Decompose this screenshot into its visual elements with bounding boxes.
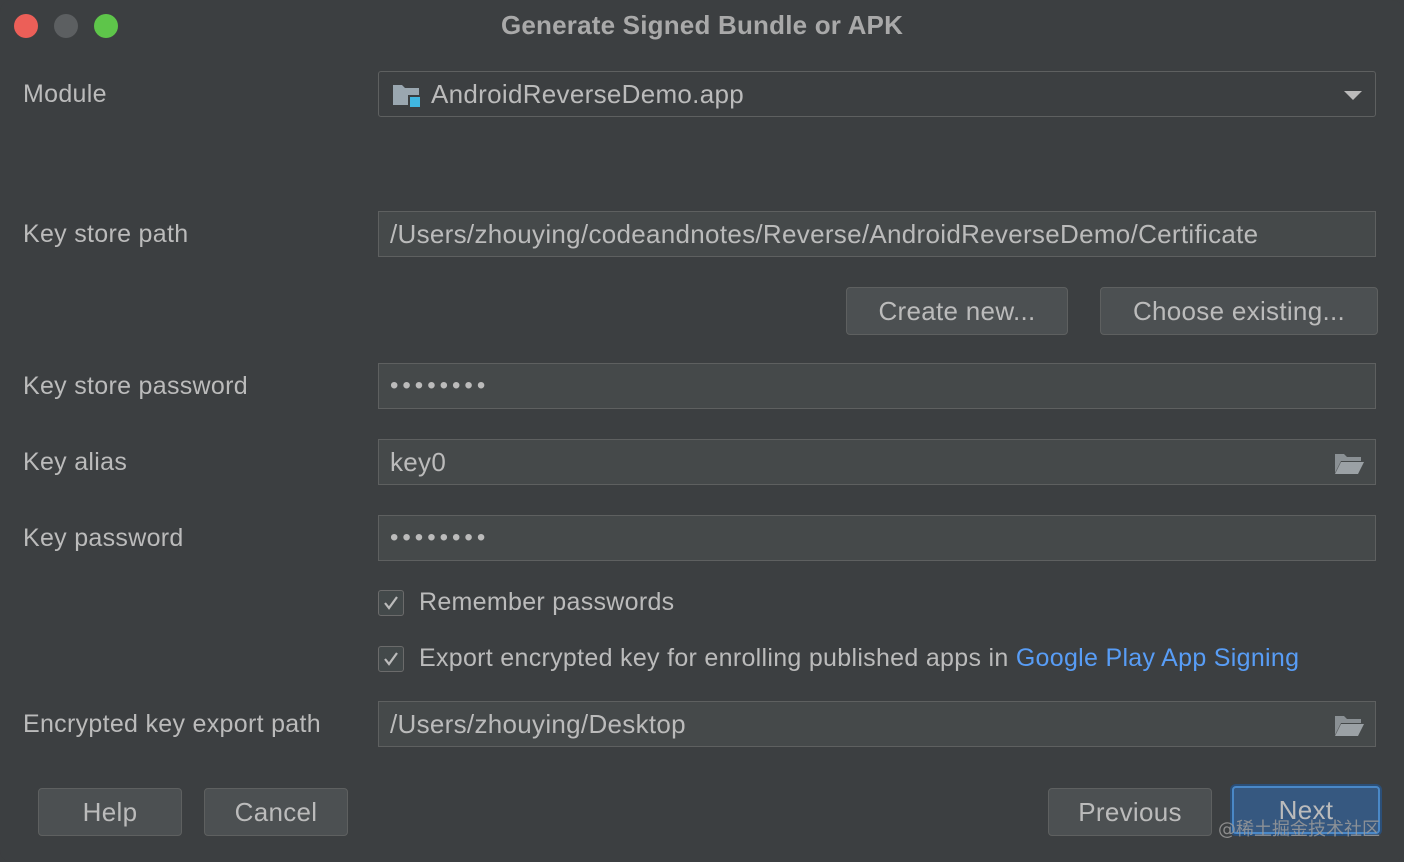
cancel-button[interactable]: Cancel xyxy=(204,788,348,836)
google-play-app-signing-link[interactable]: Google Play App Signing xyxy=(1016,644,1300,672)
export-key-label: Export encrypted key for enrolling publi… xyxy=(419,644,1299,673)
folder-open-icon[interactable] xyxy=(1333,712,1365,738)
key-password-label: Key password xyxy=(23,524,184,552)
keystore-path-label: Key store path xyxy=(23,220,189,248)
title-bar: Generate Signed Bundle or APK xyxy=(0,0,1404,52)
key-password-input[interactable]: •••••••• xyxy=(378,515,1376,561)
remember-passwords-label[interactable]: Remember passwords xyxy=(419,588,675,617)
export-path-label: Encrypted key export path xyxy=(23,710,321,738)
export-path-value: /Users/zhouying/Desktop xyxy=(390,709,686,739)
module-value: AndroidReverseDemo.app xyxy=(431,79,744,109)
export-key-text[interactable]: Export encrypted key for enrolling publi… xyxy=(419,644,1009,672)
export-path-input[interactable]: /Users/zhouying/Desktop xyxy=(378,701,1376,747)
keystore-password-input[interactable]: •••••••• xyxy=(378,363,1376,409)
remember-passwords-checkbox[interactable] xyxy=(378,590,404,616)
dialog-window: Generate Signed Bundle or APK Module And… xyxy=(0,0,1404,862)
keystore-path-input[interactable]: /Users/zhouying/codeandnotes/Reverse/And… xyxy=(378,211,1376,257)
dialog-title: Generate Signed Bundle or APK xyxy=(500,10,904,40)
module-label: Module xyxy=(23,80,107,108)
checkmark-icon xyxy=(384,652,398,666)
checkmark-icon xyxy=(384,596,398,610)
previous-button[interactable]: Previous xyxy=(1048,788,1212,836)
folder-open-icon[interactable] xyxy=(1333,450,1365,476)
module-folder-icon xyxy=(393,85,420,107)
choose-existing-button[interactable]: Choose existing... xyxy=(1100,287,1378,335)
help-button[interactable]: Help xyxy=(38,788,182,836)
export-key-checkbox[interactable] xyxy=(378,646,404,672)
watermark: @稀土掘金技术社区 xyxy=(1218,819,1380,840)
key-alias-input[interactable]: key0 xyxy=(378,439,1376,485)
key-alias-value: key0 xyxy=(390,447,447,477)
keystore-password-label: Key store password xyxy=(23,372,248,400)
chevron-down-icon xyxy=(1344,91,1362,100)
create-new-button[interactable]: Create new... xyxy=(846,287,1068,335)
key-alias-label: Key alias xyxy=(23,448,128,476)
module-dropdown[interactable]: AndroidReverseDemo.app xyxy=(378,71,1376,117)
